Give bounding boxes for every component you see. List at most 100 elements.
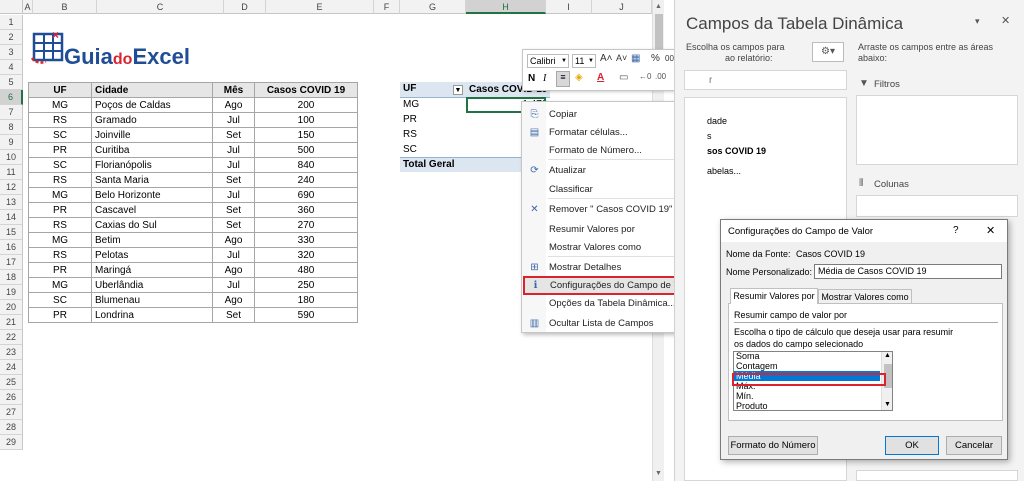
table-cell[interactable]: MG — [28, 232, 92, 248]
field-cidade[interactable]: dade — [707, 116, 727, 126]
table-cell[interactable]: 150 — [254, 127, 358, 143]
table-cell[interactable]: 250 — [254, 277, 358, 293]
table-cell[interactable]: RS — [28, 172, 92, 188]
percent-icon[interactable]: % — [651, 53, 660, 64]
row-header[interactable]: 16 — [0, 240, 23, 255]
table-cell[interactable]: 240 — [254, 172, 358, 188]
fill-color-icon[interactable]: ◈ — [575, 72, 583, 83]
pane-options-icon[interactable]: ▾ — [975, 16, 980, 27]
tab-show-values[interactable]: Mostrar Valores como — [818, 289, 912, 304]
table-cell[interactable]: PR — [28, 142, 92, 158]
column-header[interactable]: A — [23, 0, 33, 14]
row-header[interactable]: 1 — [0, 15, 23, 30]
table-cell[interactable]: Jul — [212, 142, 255, 158]
row-header[interactable]: 4 — [0, 60, 23, 75]
pivot-row-label[interactable]: SC — [400, 142, 466, 157]
scroll-up-icon[interactable]: ▲ — [655, 3, 662, 10]
table-cell[interactable]: Caxias do Sul — [91, 217, 213, 233]
italic-button[interactable]: I — [543, 73, 546, 84]
table-cell[interactable]: Set — [212, 127, 255, 143]
field-mes[interactable]: s — [707, 131, 712, 141]
table-cell[interactable]: Santa Maria — [91, 172, 213, 188]
ok-button[interactable]: OK — [885, 436, 939, 455]
values-area[interactable] — [856, 470, 1018, 481]
table-cell[interactable]: Ago — [212, 262, 255, 278]
row-header[interactable]: 13 — [0, 195, 23, 210]
table-cell[interactable]: Betim — [91, 232, 213, 248]
tools-gear-icon[interactable]: ⚙▾ — [812, 42, 844, 62]
table-cell[interactable]: PR — [28, 202, 92, 218]
table-cell[interactable]: 320 — [254, 247, 358, 263]
column-header[interactable]: E — [266, 0, 374, 14]
table-cell[interactable]: Belo Horizonte — [91, 187, 213, 203]
row-header[interactable]: 18 — [0, 270, 23, 285]
row-header[interactable]: 8 — [0, 120, 23, 135]
column-header[interactable]: D — [224, 0, 266, 14]
table-cell[interactable]: 590 — [254, 307, 358, 323]
row-header[interactable]: 2 — [0, 30, 23, 45]
table-cell[interactable]: Florianópolis — [91, 157, 213, 173]
field-search-input[interactable]: r — [684, 70, 847, 90]
row-header[interactable]: 11 — [0, 165, 23, 180]
number-format-button[interactable]: Formato do Número — [728, 436, 818, 455]
table-cell[interactable]: Set — [212, 202, 255, 218]
more-tables-link[interactable]: abelas... — [707, 166, 741, 176]
summary-option[interactable]: Soma — [734, 352, 880, 361]
list-scroll-up-icon[interactable]: ▲ — [884, 352, 891, 359]
column-header[interactable]: B — [33, 0, 97, 14]
table-cell[interactable]: 180 — [254, 292, 358, 308]
table-cell[interactable]: RS — [28, 247, 92, 263]
align-center-icon[interactable]: ≡ — [556, 71, 570, 87]
table-cell[interactable]: Ago — [212, 232, 255, 248]
row-header[interactable]: 23 — [0, 345, 23, 360]
increase-decimal-icon[interactable]: ←0 — [639, 72, 651, 81]
table-cell[interactable]: PR — [28, 262, 92, 278]
table-cell[interactable]: Londrina — [91, 307, 213, 323]
table-cell[interactable]: MG — [28, 277, 92, 293]
table-cell[interactable]: Cascavel — [91, 202, 213, 218]
select-all-corner[interactable] — [0, 0, 23, 14]
table-cell[interactable]: 480 — [254, 262, 358, 278]
table-cell[interactable]: MG — [28, 187, 92, 203]
column-header[interactable]: G — [400, 0, 466, 14]
pivot-row-label[interactable]: PR — [400, 112, 466, 127]
row-header[interactable]: 5 — [0, 75, 23, 90]
row-header[interactable]: 3 — [0, 45, 23, 60]
column-header[interactable]: C — [97, 0, 224, 14]
font-name-box[interactable]: Calibri ▼ — [527, 54, 569, 68]
table-cell[interactable]: 360 — [254, 202, 358, 218]
bold-button[interactable]: N — [528, 73, 535, 84]
table-cell[interactable]: MG — [28, 97, 92, 113]
table-cell[interactable]: Set — [212, 307, 255, 323]
table-cell[interactable]: 100 — [254, 112, 358, 128]
row-header[interactable]: 20 — [0, 300, 23, 315]
table-cell[interactable]: 270 — [254, 217, 358, 233]
row-header[interactable]: 14 — [0, 210, 23, 225]
table-cell[interactable]: RS — [28, 112, 92, 128]
table-cell[interactable]: 690 — [254, 187, 358, 203]
table-cell[interactable]: Uberlândia — [91, 277, 213, 293]
table-cell[interactable]: PR — [28, 307, 92, 323]
pane-close-icon[interactable]: ✕ — [1001, 14, 1010, 27]
table-cell[interactable]: Joinville — [91, 127, 213, 143]
pivot-total-label[interactable]: Total Geral — [400, 156, 466, 172]
row-header[interactable]: 6 — [0, 90, 23, 105]
font-color-icon[interactable]: A — [597, 72, 604, 83]
table-cell[interactable]: 200 — [254, 97, 358, 113]
summary-option[interactable]: Contagem — [734, 361, 880, 371]
row-header[interactable]: 19 — [0, 285, 23, 300]
table-cell[interactable]: Poços de Caldas — [91, 97, 213, 113]
table-cell[interactable]: Curitiba — [91, 142, 213, 158]
grow-font-icon[interactable]: A˄ — [600, 53, 613, 64]
summary-option[interactable]: Produto — [734, 401, 880, 410]
table-cell[interactable]: Ago — [212, 97, 255, 113]
summary-option[interactable]: Mín. — [734, 391, 880, 401]
columns-area[interactable] — [856, 195, 1018, 217]
table-cell[interactable]: Jul — [212, 112, 255, 128]
tab-summarize-values[interactable]: Resumir Valores por — [730, 288, 818, 304]
row-header[interactable]: 21 — [0, 315, 23, 330]
table-cell[interactable]: Ago — [212, 292, 255, 308]
table-cell[interactable]: SC — [28, 127, 92, 143]
decrease-decimal-icon[interactable]: .00 — [655, 72, 666, 81]
row-header[interactable]: 12 — [0, 180, 23, 195]
